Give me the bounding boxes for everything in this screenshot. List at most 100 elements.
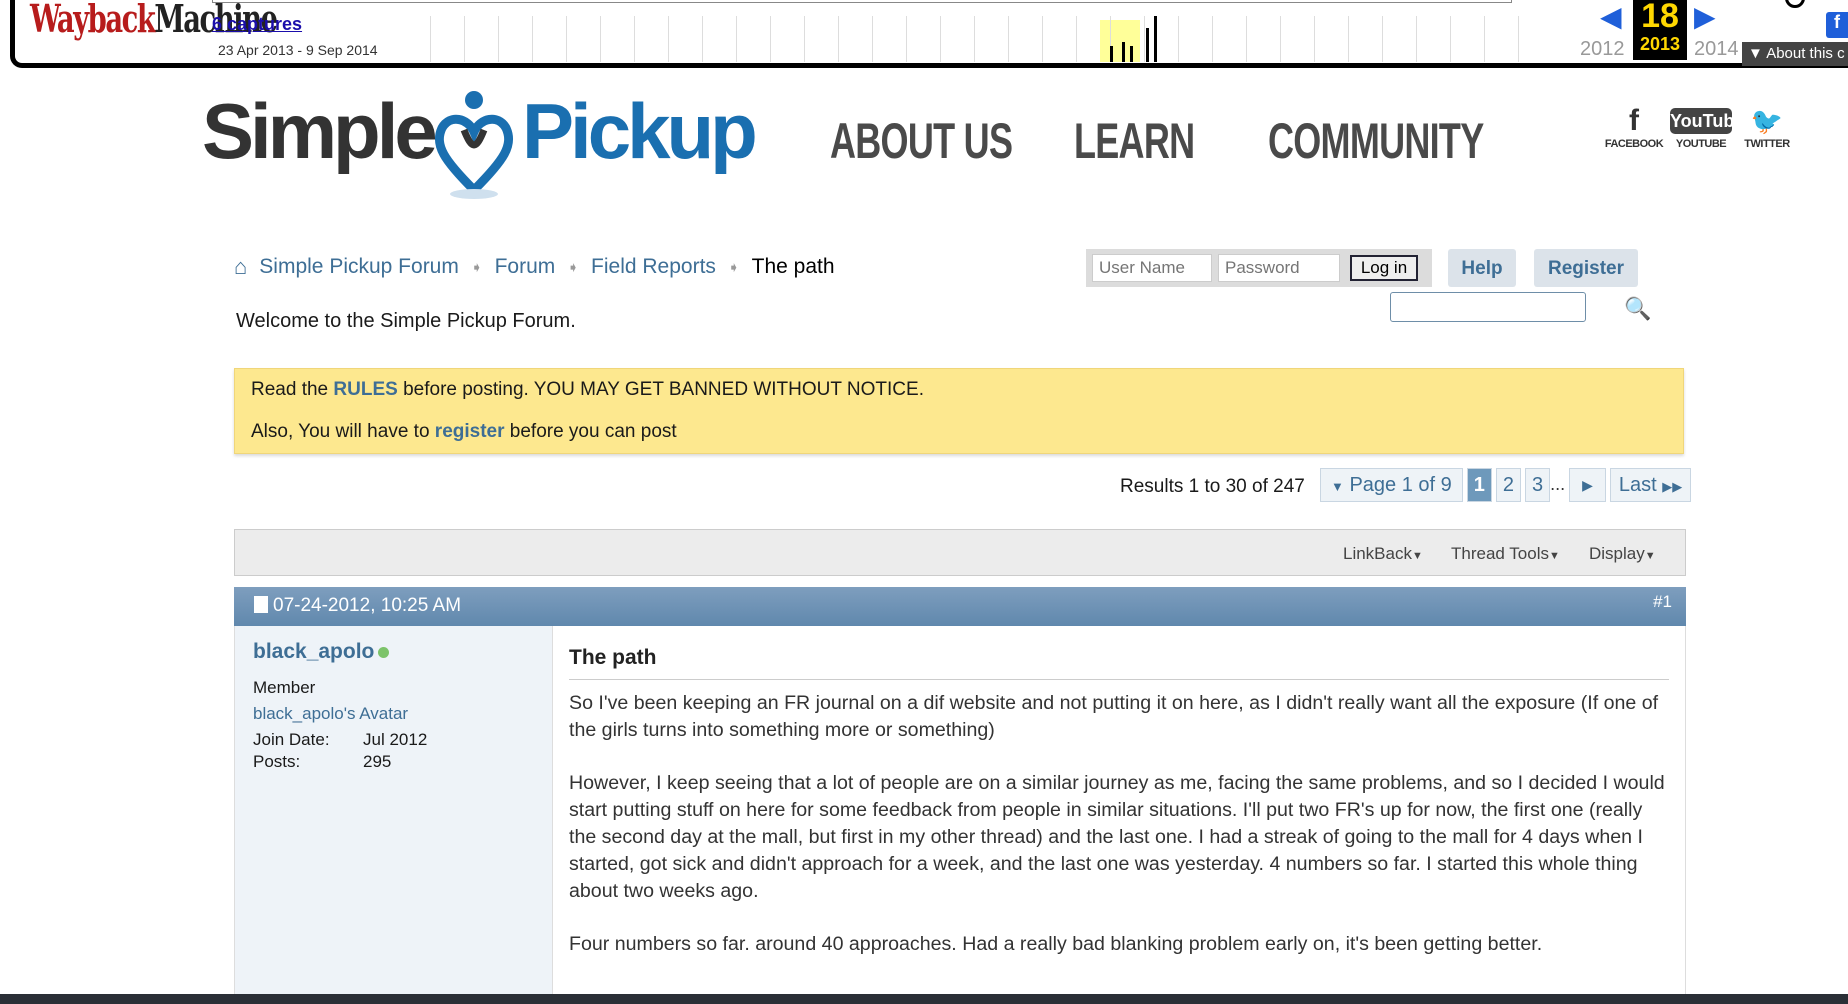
twitter-link[interactable]: 🐦 TWITTER <box>1736 104 1798 150</box>
sparkline-month-divider <box>1280 16 1281 62</box>
page-1-button[interactable]: 1 <box>1466 468 1492 502</box>
join-date-row: Join Date: Jul 2012 <box>253 730 534 750</box>
chevron-down-icon: ▼ <box>1331 479 1344 494</box>
post-paragraph: However, I keep seeing that a lot of peo… <box>569 772 1665 902</box>
help-button[interactable]: Help <box>1448 249 1516 287</box>
current-year: 2013 <box>1639 34 1681 54</box>
user-avatar[interactable]: black_apolo's Avatar <box>253 704 534 724</box>
page-3-button[interactable]: 3 <box>1525 468 1551 502</box>
sparkline-month-divider <box>736 16 737 62</box>
year-prev[interactable]: 2012 <box>1580 38 1625 61</box>
post-username[interactable]: black_apolo <box>253 640 374 663</box>
chevron-down-icon: ▼ <box>1548 550 1560 562</box>
posts-value: 295 <box>363 752 392 771</box>
year-next[interactable]: 2014 <box>1694 38 1739 61</box>
password-input[interactable] <box>1218 254 1340 282</box>
notice-text: Read the <box>251 379 334 400</box>
capture-bar[interactable] <box>1146 28 1149 62</box>
post-body: black_apolo Member black_apolo's Avatar … <box>234 626 1686 1004</box>
thread-tools-menu[interactable]: Thread Tools▼ <box>1451 544 1560 564</box>
chevron-down-icon: ▼ <box>1411 550 1423 562</box>
search-icon[interactable]: 🔍 <box>1624 296 1651 322</box>
posts-label: Posts: <box>253 752 301 771</box>
capture-bar[interactable] <box>1122 42 1125 62</box>
sparkline-month-divider <box>872 16 873 62</box>
page-selector-dropdown[interactable]: ▼ Page 1 of 9 <box>1320 468 1463 502</box>
notice-text: before you can post <box>504 421 677 442</box>
facebook-link[interactable]: f FACEBOOK <box>1602 104 1666 150</box>
youtube-label: YOUTUBE <box>1675 138 1727 150</box>
site-logo[interactable]: Simple Pickup <box>202 78 762 208</box>
breadcrumb-current: The path <box>751 255 835 278</box>
captures-link[interactable]: 6 captures <box>212 14 302 35</box>
facebook-label: FACEBOOK <box>1604 138 1664 150</box>
notice-line-2: Also, You will have to register before y… <box>251 421 1667 443</box>
capture-sparkline[interactable] <box>430 16 1530 62</box>
rules-link[interactable]: RULES <box>333 379 397 400</box>
capture-bar[interactable] <box>1154 16 1157 62</box>
breadcrumb-separator-icon: ➧ <box>727 258 740 275</box>
sparkline-month-divider <box>1484 16 1485 62</box>
sparkline-month-divider <box>1314 16 1315 62</box>
logo-heart-icon <box>434 91 514 199</box>
sparkline-month-divider <box>940 16 941 62</box>
register-link[interactable]: register <box>435 421 505 442</box>
next-page-icon[interactable]: ▶ <box>1569 468 1606 502</box>
current-day: 18 <box>1641 0 1679 35</box>
wayback-url-field[interactable] <box>212 0 1512 3</box>
post-title: The path <box>569 644 1669 680</box>
capture-bar[interactable] <box>1110 46 1113 62</box>
sparkline-month-divider <box>770 16 771 62</box>
nav-about-us[interactable]: ABOUT US <box>830 112 1013 170</box>
username-input[interactable] <box>1092 254 1212 282</box>
breadcrumb-separator-icon: ➧ <box>567 258 580 275</box>
sparkline-month-divider <box>1076 16 1077 62</box>
year-current[interactable]: 18 2013 <box>1633 0 1687 60</box>
breadcrumb-simple-pickup-forum[interactable]: Simple Pickup Forum <box>259 255 459 279</box>
double-arrow-icon: ▶▶ <box>1662 479 1683 494</box>
welcome-text: Welcome to the Simple Pickup Forum. <box>236 310 576 332</box>
linkback-menu[interactable]: LinkBack▼ <box>1343 544 1423 564</box>
login-button[interactable]: Log in <box>1350 255 1418 281</box>
sparkline-month-divider <box>906 16 907 62</box>
home-icon[interactable]: ⌂ <box>234 254 247 280</box>
post-paragraph: Four numbers so far. around 40 approache… <box>569 933 1543 955</box>
about-capture-dropdown[interactable]: ▼ About this c <box>1742 42 1848 66</box>
sparkline-month-divider <box>1246 16 1247 62</box>
sparkline-month-divider <box>1416 16 1417 62</box>
nav-learn[interactable]: LEARN <box>1074 112 1195 170</box>
posts-row: Posts: 295 <box>253 752 534 772</box>
notice-text: Also, You will have to <box>251 421 435 442</box>
thread-toolbar: LinkBack▼ Thread Tools▼ Display▼ <box>234 529 1686 576</box>
youtube-link[interactable]: YouTube YOUTUBE <box>1670 104 1744 150</box>
sparkline-month-divider <box>1212 16 1213 62</box>
search-input[interactable] <box>1390 292 1586 322</box>
next-capture-arrow-icon[interactable]: ▶ <box>1694 0 1716 33</box>
capture-bar[interactable] <box>1130 46 1133 62</box>
online-status-icon <box>378 647 390 658</box>
prev-capture-arrow-icon[interactable]: ◀ <box>1600 0 1622 33</box>
sparkline-month-divider <box>532 16 533 62</box>
post-number-link[interactable]: #1 <box>1653 592 1672 612</box>
nav-community[interactable]: COMMUNITY <box>1268 112 1484 170</box>
register-button[interactable]: Register <box>1534 249 1638 287</box>
last-page-button[interactable]: Last ▶▶ <box>1609 468 1692 502</box>
sparkline-month-divider <box>464 16 465 62</box>
last-label: Last <box>1618 474 1657 496</box>
linkback-label: LinkBack <box>1343 544 1412 563</box>
pagination: ▼ Page 1 of 9 1 2 3 ... ▶ Last ▶▶ <box>1320 468 1692 502</box>
page-ellipsis: ... <box>1550 474 1566 494</box>
breadcrumb-separator-icon: ➧ <box>470 258 483 275</box>
twitter-icon: 🐦 <box>1750 106 1784 136</box>
breadcrumb-field-reports[interactable]: Field Reports <box>591 255 716 279</box>
breadcrumb-forum[interactable]: Forum <box>495 255 556 279</box>
page-2-button[interactable]: 2 <box>1495 468 1521 502</box>
notice-text: before posting. YOU MAY GET BANNED WITHO… <box>397 379 924 400</box>
display-menu[interactable]: Display▼ <box>1589 544 1656 564</box>
login-form: Log in <box>1086 249 1432 287</box>
results-count: Results 1 to 30 of 247 <box>1120 476 1305 497</box>
sparkline-month-divider <box>1348 16 1349 62</box>
facebook-share-icon[interactable]: f <box>1826 12 1848 38</box>
sparkline-month-divider <box>430 16 431 62</box>
notice-line-1: Read the RULES before posting. YOU MAY G… <box>251 379 1667 401</box>
